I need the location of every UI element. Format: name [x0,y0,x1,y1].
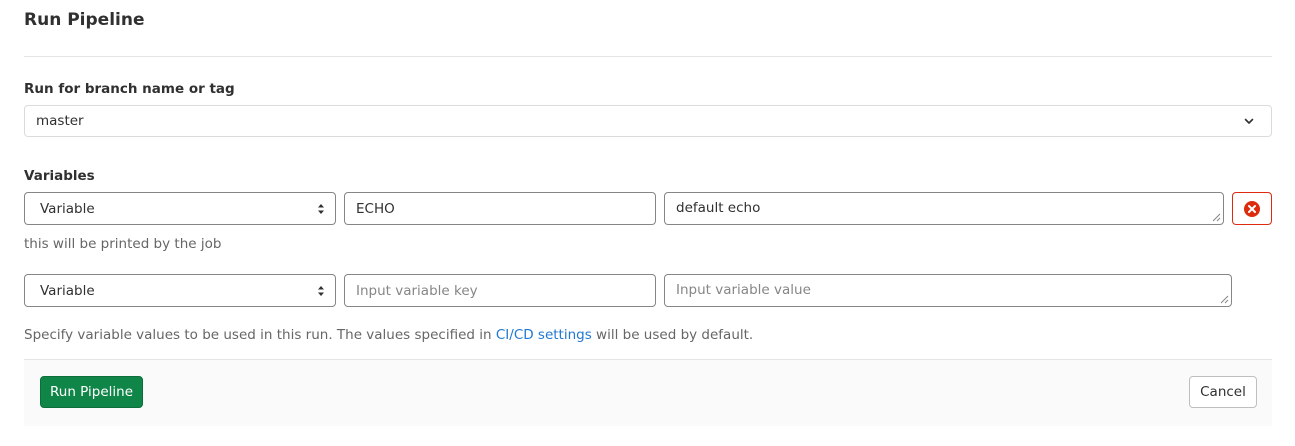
branch-selected-value: master [36,113,84,129]
variable-type-select[interactable]: Variable [24,274,336,307]
run-pipeline-button[interactable]: Run Pipeline [40,376,143,408]
variable-type-value: Variable [40,282,95,299]
variable-type-select[interactable]: Variable [24,192,336,225]
help-suffix: will be used by default. [591,327,754,343]
resize-grip-icon[interactable] [1211,212,1221,222]
variable-value-textarea[interactable]: Input variable value [664,274,1232,307]
variable-key-input[interactable]: ECHO [344,192,656,225]
branch-select-dropdown[interactable]: master [24,105,1272,137]
variable-value-textarea[interactable]: default echo [664,192,1224,225]
run-pipeline-page: Run Pipeline Run for branch name or tag … [0,0,1295,446]
variable-value-placeholder: Input variable value [676,282,811,298]
ci-cd-settings-link[interactable]: CI/CD settings [496,327,592,343]
variable-key-placeholder: Input variable key [356,282,478,299]
variable-description: this will be printed by the job [24,236,222,252]
title-divider [24,56,1272,57]
updown-caret-icon [318,204,324,214]
variable-type-value: Variable [40,200,95,217]
cancel-button[interactable]: Cancel [1189,376,1257,408]
page-title: Run Pipeline [24,10,145,30]
variable-key-input[interactable]: Input variable key [344,274,656,307]
remove-variable-button[interactable] [1232,192,1272,225]
variable-key-value: ECHO [356,200,395,217]
branch-label: Run for branch name or tag [24,81,235,97]
remove-circle-icon [1244,200,1260,217]
resize-grip-icon[interactable] [1219,294,1229,304]
form-actions-bar [24,359,1272,426]
updown-caret-icon [318,286,324,296]
variable-value-text: default echo [676,200,761,216]
variables-help-text: Specify variable values to be used in th… [24,326,753,344]
chevron-down-icon [1244,118,1254,124]
variables-label: Variables [24,168,95,184]
help-prefix: Specify variable values to be used in th… [24,327,496,343]
